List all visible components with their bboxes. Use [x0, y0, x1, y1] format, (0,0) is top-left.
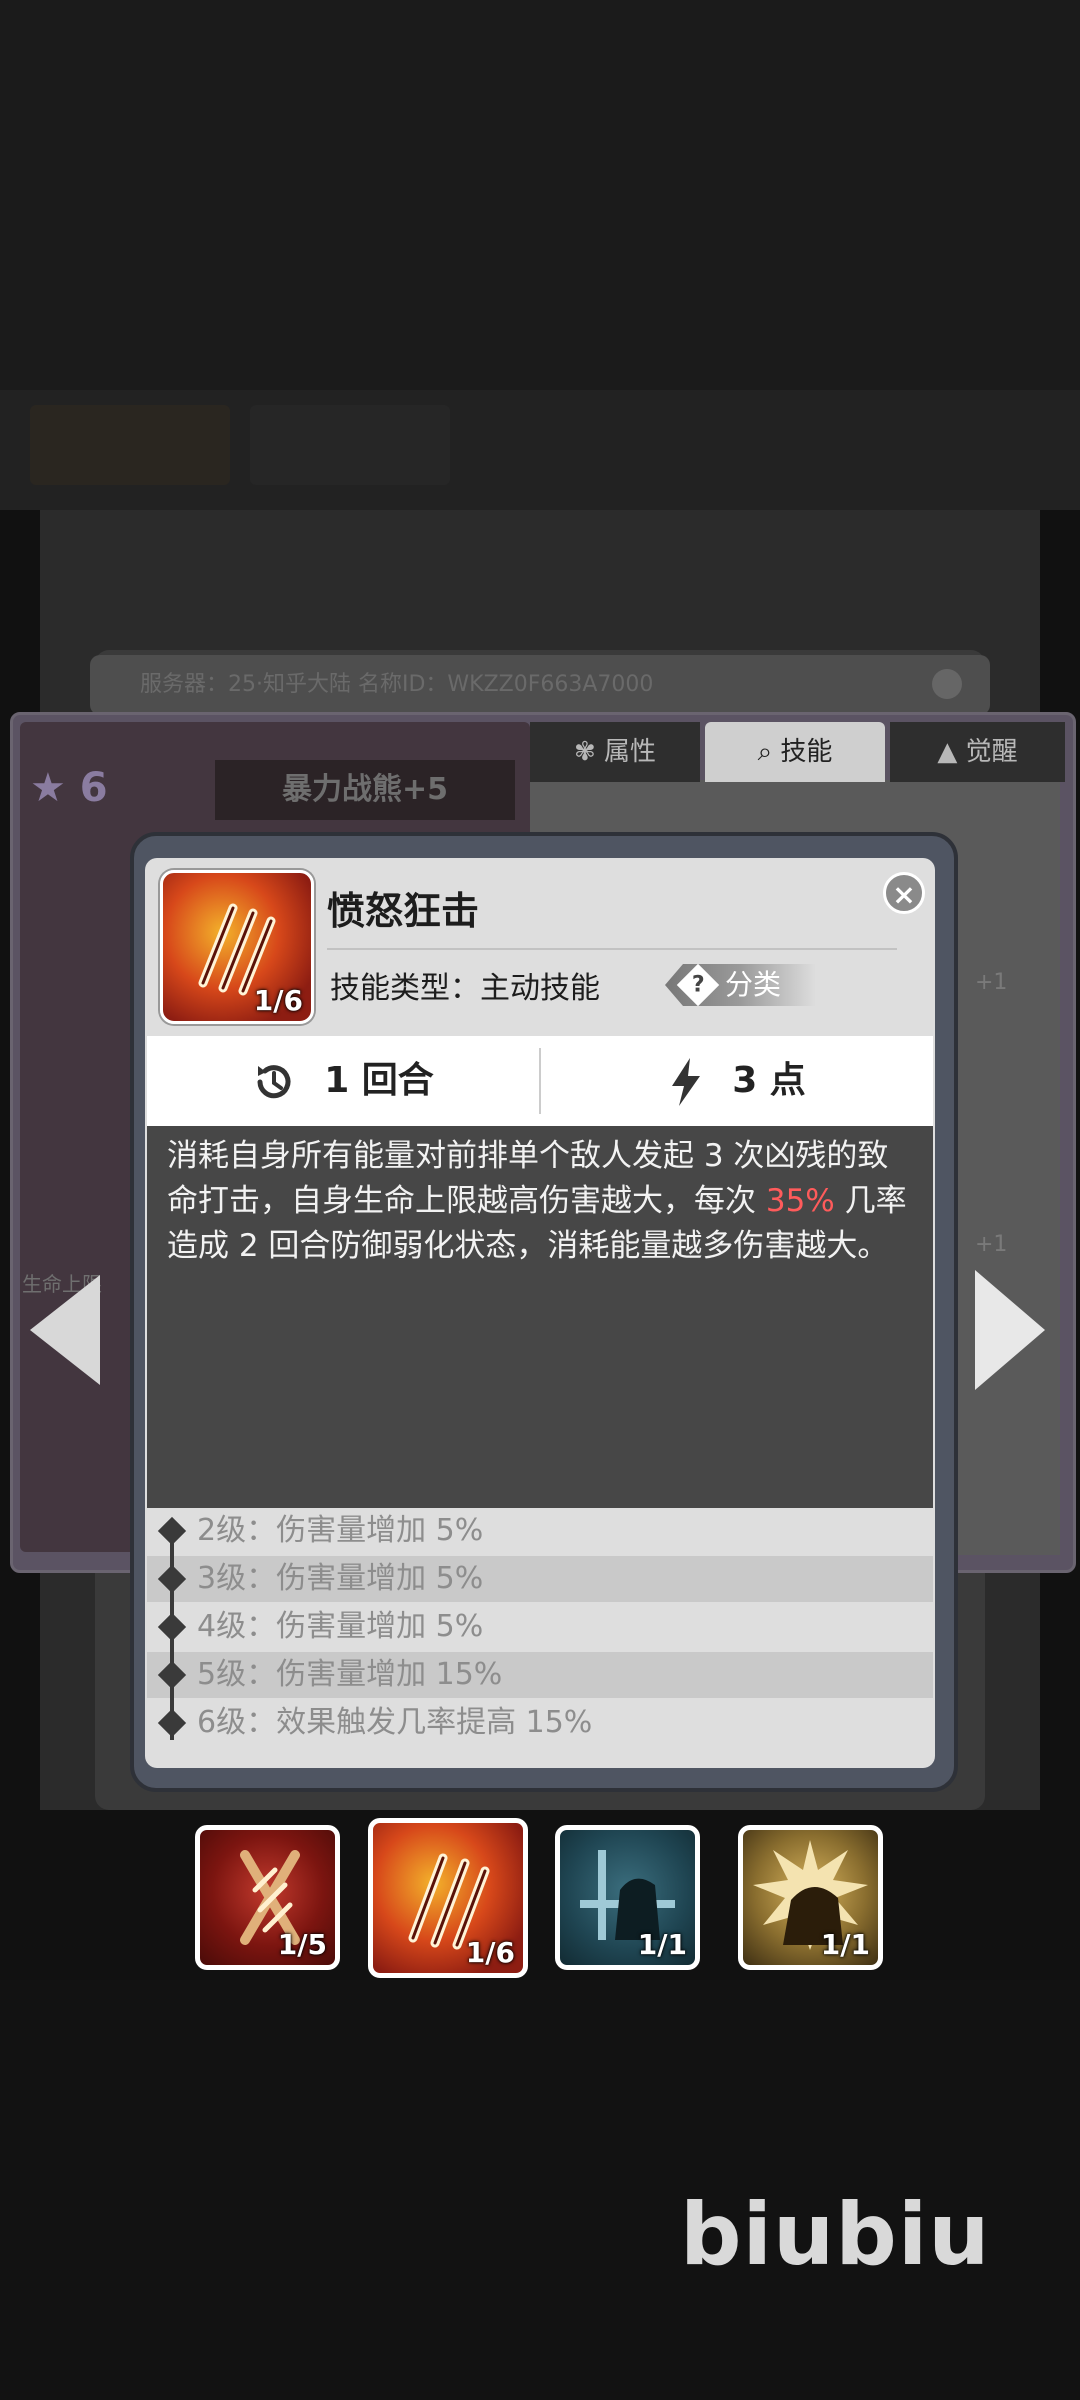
info-bar-close-icon [932, 669, 962, 699]
background-bar [30, 405, 230, 485]
skill-description: 消耗自身所有能量对前排单个敌人发起 3 次凶残的致命打击，自身生命上限越高伤害越… [147, 1126, 933, 1508]
list-item: 5级：伤害量增加 15% [147, 1652, 933, 1698]
skill-level-badge: 1/5 [277, 1928, 327, 1961]
previous-arrow-icon[interactable] [30, 1275, 100, 1385]
tab-label: 属性 [604, 737, 657, 767]
bear-shield-skill-icon[interactable]: 1/1 [555, 1825, 700, 1970]
cooldown-value: 1 回合 [324, 1060, 434, 1101]
skill-type-label: 技能类型：主动技能 [330, 971, 600, 1006]
list-item: 3级：伤害量增加 5% [147, 1556, 933, 1602]
skill-dialog: 1/6 愤怒狂击 × 技能类型：主动技能 ? 分类 1 回合 3 点 消耗自身所… [145, 858, 935, 1768]
upgrade-plus-label: +1 [975, 970, 1008, 995]
tab-awaken[interactable]: ▲ 觉醒 [890, 722, 1065, 782]
hero-star-level: ★ 6 [30, 765, 108, 811]
category-label: 分类 [725, 968, 782, 1001]
hero-name: 暴力战熊+5 [215, 760, 515, 820]
category-button[interactable]: ? 分类 [665, 964, 815, 1006]
background-info-bar: 服务器：25·知乎大陆 名称ID：WKZZ0F663A7000 [90, 655, 990, 715]
watermark-logo: biubiu [680, 2185, 991, 2285]
upgrade-plus-label: +1 [975, 1232, 1008, 1257]
info-bar-text: 服务器：25·知乎大陆 名称ID：WKZZ0F663A7000 [140, 672, 654, 697]
skill-title: 愤怒狂击 [327, 889, 480, 933]
lightning-icon [672, 1058, 701, 1106]
energy-cost-stat: 3 点 [541, 1036, 933, 1126]
skill-level-badge: 1/1 [637, 1928, 687, 1961]
list-item: 6级：效果触发几率提高 15% [197, 1705, 593, 1740]
skill-level-list: 2级：伤害量增加 5% 3级：伤害量增加 5% 4级：伤害量增加 5% 5级：伤… [145, 1508, 935, 1768]
skill-icon: ⌕ [757, 737, 773, 767]
rage-strike-skill-icon: 1/6 [160, 870, 314, 1024]
next-arrow-icon[interactable] [975, 1270, 1045, 1390]
tab-skills[interactable]: ⌕ 技能 [705, 722, 885, 782]
list-item: 2级：伤害量增加 5% [197, 1513, 484, 1548]
background-bar [250, 405, 450, 485]
close-icon[interactable]: × [883, 872, 925, 914]
awaken-icon: ▲ [937, 737, 958, 767]
title-divider [327, 948, 897, 950]
skill-level-badge: 1/6 [465, 1936, 515, 1969]
skill-level-badge: 1/6 [253, 984, 303, 1017]
skill-level-badge: 1/1 [820, 1928, 870, 1961]
question-icon: ? [676, 964, 720, 1006]
proc-chance-highlight: 35% [765, 1183, 835, 1219]
cooldown-stat: 1 回合 [147, 1036, 539, 1126]
energy-cost-value: 3 点 [732, 1060, 806, 1101]
hero-tabs: ✾ 属性 ⌕ 技能 ▲ 觉醒 [530, 722, 1065, 782]
tab-attributes[interactable]: ✾ 属性 [530, 722, 700, 782]
bear-roar-skill-icon[interactable]: 1/1 [738, 1825, 883, 1970]
cooldown-clock-icon [257, 1065, 291, 1099]
tab-label: 觉醒 [965, 737, 1018, 767]
tab-label: 技能 [780, 737, 833, 767]
claw-cross-skill-icon[interactable]: 1/5 [195, 1825, 340, 1970]
skill-stats-row: 1 回合 3 点 [147, 1036, 933, 1126]
list-item: 4级：伤害量增加 5% [197, 1609, 484, 1644]
rage-strike-skill-icon[interactable]: 1/6 [368, 1818, 528, 1978]
attribute-icon: ✾ [573, 737, 596, 767]
